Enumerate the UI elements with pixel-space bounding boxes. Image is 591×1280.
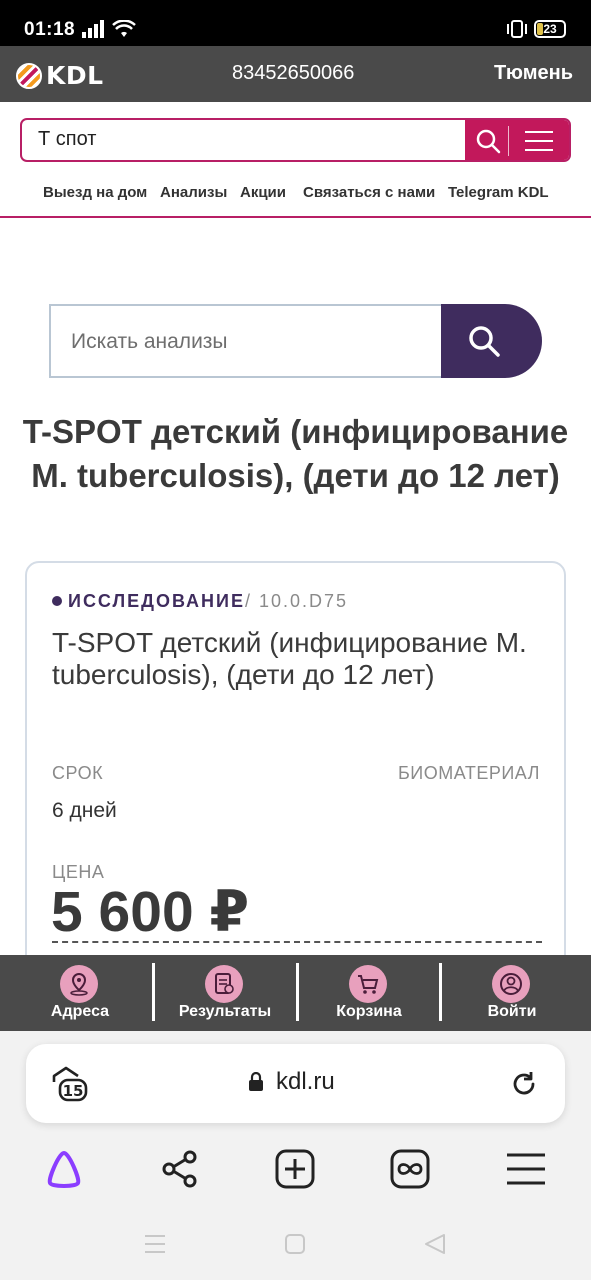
alice-assistant-icon[interactable] — [44, 1149, 84, 1189]
lock-icon — [249, 1072, 263, 1091]
browser-chrome: 15 kdl.ru — [0, 1031, 591, 1280]
signal-icon — [82, 20, 104, 38]
new-tab-icon[interactable] — [275, 1149, 315, 1189]
term-label: СРОК — [52, 763, 104, 783]
nav-analyses[interactable]: Анализы — [160, 184, 227, 201]
bullet-icon — [52, 596, 62, 606]
status-bar: 01:18 23 — [0, 0, 591, 46]
bottom-nav-results[interactable]: Результаты — [151, 955, 299, 1031]
site-search-input[interactable]: Т спот — [38, 128, 96, 151]
back-icon[interactable] — [424, 1233, 446, 1255]
logo-text: KDL — [46, 61, 104, 90]
status-time: 01:18 — [24, 19, 76, 40]
analysis-search-placeholder: Искать анализы — [71, 330, 228, 353]
phone-link[interactable]: 83452650066 — [232, 62, 354, 85]
analysis-search-button[interactable] — [441, 304, 542, 378]
search-icon[interactable] — [475, 128, 501, 154]
city-selector[interactable]: Тюмень — [494, 62, 573, 85]
url-text[interactable]: kdl.ru — [276, 1068, 335, 1096]
nav-promotions[interactable]: Акции — [240, 184, 286, 201]
biomaterial-label: БИОМАТЕРИАЛ — [397, 763, 540, 783]
nav-contact[interactable]: Связаться с нами — [303, 184, 435, 201]
location-pin-icon — [70, 972, 88, 996]
document-icon — [215, 973, 234, 994]
main-nav: Выезд на дом Анализы Акции Связаться с н… — [0, 176, 591, 218]
browser-menu-icon[interactable] — [506, 1151, 546, 1187]
logo-ball-icon — [16, 62, 42, 89]
search-icon — [469, 326, 500, 357]
card-analysis-name[interactable]: T-SPOT детский (инфицирование M. tubercu… — [52, 627, 542, 691]
card-kind: ИССЛЕДОВАНИЕ — [68, 591, 245, 611]
price-value: 5 600 ₽ — [51, 880, 250, 944]
cart-icon — [358, 975, 379, 994]
site-header: KDL 83452650066 Тюмень — [0, 46, 591, 102]
vibrate-icon — [507, 20, 527, 38]
reload-icon[interactable] — [510, 1070, 538, 1098]
user-icon — [500, 973, 522, 995]
page-title: T-SPOT детский (инфицирование M. tubercu… — [22, 413, 569, 494]
recent-apps-icon[interactable] — [144, 1234, 166, 1254]
kdl-logo[interactable]: KDL — [16, 61, 104, 90]
bottom-nav-addresses[interactable]: Адреса — [6, 955, 154, 1031]
dashed-divider — [52, 941, 542, 943]
wifi-icon — [112, 20, 136, 37]
battery-level: 23 — [543, 22, 557, 36]
home-icon[interactable] — [285, 1234, 305, 1254]
bottom-nav-label: Корзина — [336, 1003, 402, 1020]
battery-icon: 23 — [534, 20, 566, 38]
bottom-nav-label: Войти — [487, 1003, 537, 1020]
share-icon[interactable] — [160, 1149, 200, 1189]
card-tag: ИССЛЕДОВАНИЕ/ 10.0.D75 — [52, 591, 348, 612]
bottom-nav-login[interactable]: Войти — [438, 955, 586, 1031]
nav-home-visit[interactable]: Выезд на дом — [43, 184, 147, 201]
hamburger-menu-icon[interactable] — [524, 129, 554, 153]
search-menu-group — [465, 120, 569, 160]
bottom-site-nav: Адреса Результаты Корзина Войти — [0, 955, 591, 1031]
bottom-nav-label: Результаты — [178, 1003, 272, 1020]
analysis-search: Искать анализы — [49, 304, 542, 378]
services-icon[interactable] — [390, 1149, 430, 1189]
analysis-search-input[interactable]: Искать анализы — [49, 304, 443, 378]
card-code: / 10.0.D75 — [245, 591, 349, 611]
tabs-count: 15 — [63, 1082, 84, 1100]
bottom-nav-label: Адреса — [50, 1003, 110, 1020]
bottom-nav-cart[interactable]: Корзина — [295, 955, 443, 1031]
tabs-counter-icon[interactable]: 15 — [50, 1066, 90, 1102]
term-value: 6 дней — [52, 799, 117, 822]
site-search-bar: Т спот — [20, 118, 571, 162]
nav-telegram[interactable]: Telegram KDL — [448, 184, 549, 201]
address-bar[interactable]: 15 kdl.ru — [26, 1044, 565, 1123]
